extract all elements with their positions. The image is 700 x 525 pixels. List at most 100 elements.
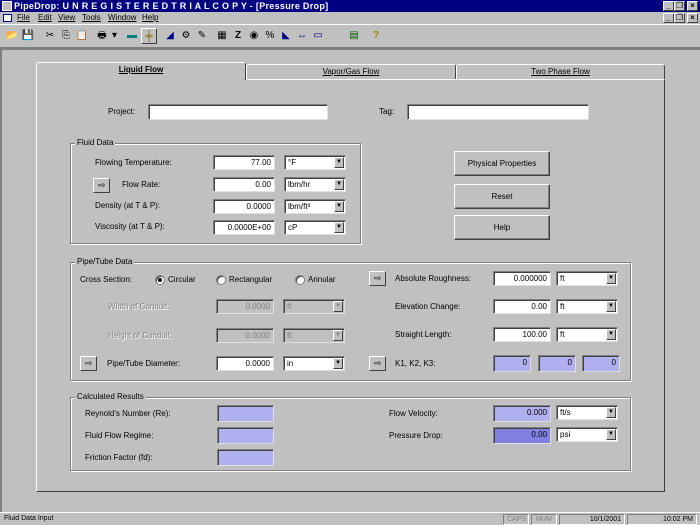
- width-unit-select[interactable]: ft ▼: [283, 299, 345, 314]
- k2-input[interactable]: 0: [538, 355, 576, 372]
- gear-icon[interactable]: ◉: [246, 28, 262, 44]
- menu-edit[interactable]: Edit: [38, 12, 52, 24]
- document-icon[interactable]: [3, 14, 12, 22]
- height-of-conduit-label: Height of Conduit:: [108, 331, 173, 340]
- title-bar[interactable]: PipeDrop: U N R E G I S T E R E D T R I …: [0, 0, 700, 12]
- z-icon[interactable]: Z: [230, 28, 246, 44]
- viscosity-unit-select[interactable]: cP ▼: [284, 220, 346, 235]
- valve-icon[interactable]: ◢: [162, 28, 178, 44]
- paste-icon[interactable]: 📋: [74, 28, 90, 44]
- report-icon[interactable]: ▤: [346, 28, 362, 44]
- restore-button[interactable]: ❐: [674, 1, 685, 11]
- straight-length-unit-select[interactable]: ft ▼: [556, 327, 618, 342]
- flag-icon[interactable]: ◣: [278, 28, 294, 44]
- copy-icon[interactable]: ⎘: [58, 28, 74, 44]
- tab-vapor-gas-flow[interactable]: Vapor/Gas Flow: [246, 64, 456, 79]
- status-time: 10:02 PM: [627, 514, 697, 525]
- open-folder-icon[interactable]: 📂: [4, 28, 20, 44]
- rectangular-radio[interactable]: [216, 275, 226, 285]
- app-icon[interactable]: [2, 1, 12, 11]
- menu-tools[interactable]: Tools: [82, 12, 101, 24]
- pressure-drop-unit-select[interactable]: psi ▼: [556, 427, 618, 442]
- physical-properties-button[interactable]: Physical Properties: [454, 151, 550, 176]
- annular-radio[interactable]: [295, 275, 305, 285]
- density-unit-select[interactable]: lbm/ft³ ▼: [284, 199, 346, 214]
- absolute-roughness-label: Absolute Roughness:: [395, 274, 472, 283]
- pipe-icon[interactable]: ▬: [124, 28, 140, 44]
- fluid-flow-regime-label: Fluid Flow Regime:: [85, 431, 154, 440]
- pressure-drop-output: 0.00: [493, 427, 551, 444]
- project-input[interactable]: [148, 104, 328, 120]
- roughness-arrow-button[interactable]: ⇨: [369, 271, 386, 286]
- reset-button[interactable]: Reset: [454, 184, 550, 209]
- minimize-button[interactable]: _: [663, 1, 674, 11]
- status-message: Fluid Data Input: [4, 515, 54, 522]
- height-unit-select[interactable]: ft ▼: [283, 328, 345, 343]
- circular-radio[interactable]: [155, 275, 165, 285]
- elevation-unit-select[interactable]: ft ▼: [556, 299, 618, 314]
- tab-liquid-flow[interactable]: Liquid Flow: [36, 62, 246, 80]
- friction-factor-output: [217, 449, 274, 466]
- menu-file[interactable]: File: [17, 12, 30, 24]
- pressure-drop-label: Pressure Drop:: [389, 431, 443, 440]
- diameter-arrow-button[interactable]: ⇨: [80, 356, 97, 371]
- menu-window[interactable]: Window: [108, 12, 136, 24]
- toolbar: 📂 💾 ✂ ⎘ 📋 🖶 ▾ ▬ ╪ ◢ ⚙ ✎ ▦ Z ◉ % ◣ ↔ ▭ ▤ …: [0, 24, 700, 48]
- absolute-roughness-input[interactable]: 0.000000: [493, 271, 551, 286]
- elevation-change-input[interactable]: 0.00: [493, 299, 551, 314]
- chevron-down-icon: ▼: [333, 301, 343, 312]
- arrows-icon[interactable]: ↔: [294, 28, 310, 44]
- fitting-icon[interactable]: ⚙: [178, 28, 194, 44]
- fluid-data-title: Fluid Data: [75, 137, 116, 149]
- tee-icon[interactable]: ╪: [141, 28, 157, 44]
- flowing-temperature-label: Flowing Temperature:: [95, 158, 172, 167]
- help-button[interactable]: Help: [454, 215, 550, 240]
- flow-rate-input[interactable]: 0.00: [213, 177, 275, 192]
- flow-rate-unit-select[interactable]: lbm/hr ▼: [284, 177, 346, 192]
- straight-length-input[interactable]: 100.00: [493, 327, 551, 342]
- k-factors-arrow-button[interactable]: ⇨: [369, 356, 386, 371]
- tab-two-phase-flow[interactable]: Two Phase Flow: [456, 64, 665, 79]
- close-button[interactable]: ×: [687, 1, 698, 11]
- pipe-tube-diameter-input[interactable]: 0.0000: [216, 356, 274, 371]
- mdi-restore-button[interactable]: ❐: [674, 13, 685, 23]
- menu-help[interactable]: Help: [142, 12, 158, 24]
- width-of-conduit-input[interactable]: 0.0000: [216, 299, 274, 314]
- diameter-unit-select[interactable]: in ▼: [283, 356, 345, 371]
- width-of-conduit-label: Width of Conduit:: [108, 302, 170, 311]
- k-factors-label: K1, K2, K3:: [395, 359, 436, 368]
- ruler-icon[interactable]: ▭: [310, 28, 326, 44]
- roughness-unit-select[interactable]: ft ▼: [556, 271, 618, 286]
- flow-rate-arrow-button[interactable]: ⇨: [93, 178, 110, 193]
- k3-input[interactable]: 0: [582, 355, 620, 372]
- mdi-close-button[interactable]: ×: [687, 13, 698, 23]
- status-date: 10/1/2001: [559, 514, 625, 525]
- percent-icon[interactable]: %: [262, 28, 278, 44]
- annular-label[interactable]: Annular: [308, 274, 336, 286]
- tool-icon[interactable]: ✎: [194, 28, 210, 44]
- height-of-conduit-input[interactable]: 0.0000: [216, 328, 274, 343]
- print-icon[interactable]: 🖶: [94, 28, 110, 44]
- temperature-unit-select[interactable]: °F ▼: [284, 155, 346, 170]
- chevron-down-icon: ▼: [334, 201, 344, 212]
- cut-icon[interactable]: ✂: [42, 28, 58, 44]
- grid-icon[interactable]: ▦: [214, 28, 230, 44]
- flowing-temperature-input[interactable]: 77.00: [213, 155, 275, 170]
- fluid-flow-regime-output: [217, 427, 274, 444]
- menu-view[interactable]: View: [58, 12, 75, 24]
- velocity-unit-select[interactable]: ft/s ▼: [556, 405, 618, 420]
- chevron-down-icon: ▼: [606, 429, 616, 440]
- circular-label[interactable]: Circular: [168, 274, 196, 286]
- viscosity-input[interactable]: 0.0000E+00: [213, 220, 275, 235]
- chevron-down-icon: ▼: [333, 358, 343, 369]
- print-dropdown-icon[interactable]: ▾: [110, 28, 119, 44]
- help-icon[interactable]: ?: [368, 28, 384, 44]
- window-title: PipeDrop: U N R E G I S T E R E D T R I …: [14, 1, 329, 11]
- density-input[interactable]: 0.0000: [213, 199, 275, 214]
- mdi-minimize-button[interactable]: _: [663, 13, 674, 23]
- rectangular-label[interactable]: Rectangular: [229, 274, 272, 286]
- k1-input[interactable]: 0: [493, 355, 531, 372]
- save-icon[interactable]: 💾: [20, 28, 36, 44]
- chevron-down-icon: ▼: [606, 273, 616, 284]
- tag-input[interactable]: [407, 104, 589, 120]
